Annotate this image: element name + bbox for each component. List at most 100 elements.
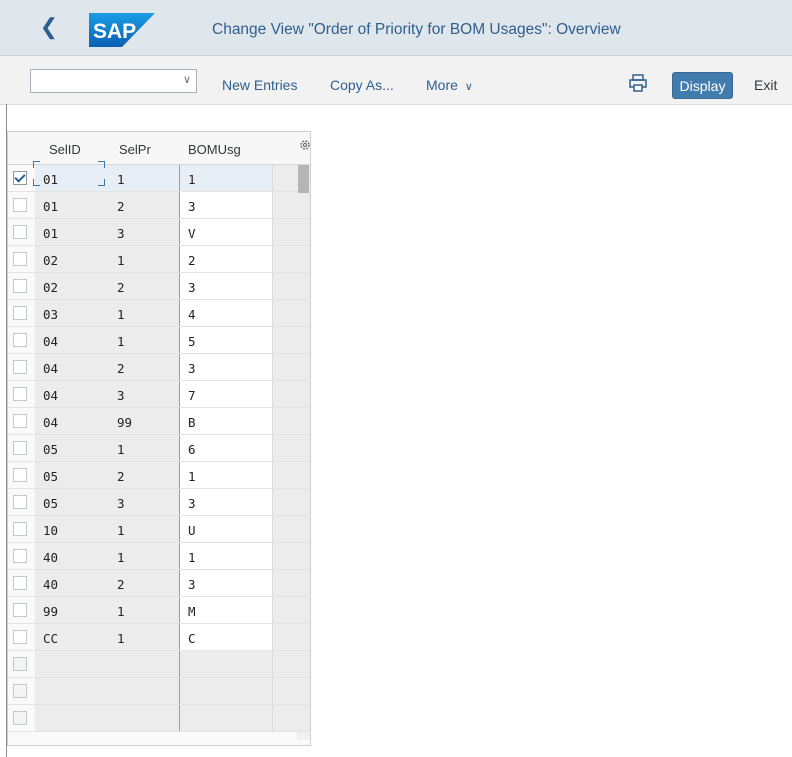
table-row[interactable]: 05 3 3: [8, 489, 310, 516]
cell-selid[interactable]: 10: [35, 516, 110, 542]
cell-selpr[interactable]: 1: [109, 624, 180, 650]
back-icon[interactable]: ❮: [38, 16, 60, 38]
row-select-checkbox[interactable]: [13, 711, 27, 725]
cell-bomusg[interactable]: 3: [180, 273, 273, 299]
cell-selpr[interactable]: 1: [109, 327, 180, 353]
cell-bomusg[interactable]: 3: [180, 570, 273, 596]
cell-bomusg[interactable]: 1: [180, 462, 273, 488]
row-select-checkbox[interactable]: [13, 684, 27, 698]
cell-selpr[interactable]: 2: [109, 570, 180, 596]
cell-selid[interactable]: 04: [35, 381, 110, 407]
row-select-checkbox[interactable]: [13, 630, 27, 644]
row-select-checkbox[interactable]: [13, 549, 27, 563]
cell-selpr[interactable]: 2: [109, 462, 180, 488]
cell-bomusg[interactable]: 3: [180, 354, 273, 380]
row-select-checkbox[interactable]: [13, 468, 27, 482]
empty-table-row[interactable]: [8, 651, 310, 678]
row-select-checkbox[interactable]: [13, 360, 27, 374]
cell-selpr[interactable]: 1: [109, 435, 180, 461]
column-header-selpr[interactable]: SelPr: [119, 142, 151, 157]
table-row[interactable]: 04 2 3: [8, 354, 310, 381]
cell-bomusg[interactable]: 1: [180, 543, 273, 569]
cell-selid[interactable]: 05: [35, 462, 110, 488]
settings-gear-icon[interactable]: [299, 139, 311, 151]
cell-bomusg[interactable]: 7: [180, 381, 273, 407]
cell-selpr[interactable]: 1: [109, 300, 180, 326]
table-row[interactable]: 04 3 7: [8, 381, 310, 408]
cell-selpr[interactable]: 1: [109, 165, 180, 191]
row-select-checkbox[interactable]: [13, 603, 27, 617]
cell-selpr[interactable]: 3: [109, 219, 180, 245]
cell-selid[interactable]: 03: [35, 300, 110, 326]
table-row[interactable]: 05 2 1: [8, 462, 310, 489]
cell-selpr[interactable]: 2: [109, 273, 180, 299]
cell-bomusg[interactable]: U: [180, 516, 273, 542]
table-row[interactable]: 04 99 B: [8, 408, 310, 435]
table-row[interactable]: 03 1 4: [8, 300, 310, 327]
cell-selpr[interactable]: 1: [109, 543, 180, 569]
table-row[interactable]: 10 1 U: [8, 516, 310, 543]
cell-selid[interactable]: 99: [35, 597, 110, 623]
cell-selid[interactable]: 05: [35, 489, 110, 515]
row-select-checkbox[interactable]: [13, 387, 27, 401]
cell-selid[interactable]: 04: [35, 354, 110, 380]
cell-selid[interactable]: 04: [35, 327, 110, 353]
cell-bomusg[interactable]: M: [180, 597, 273, 623]
cell-selpr[interactable]: 2: [109, 354, 180, 380]
new-entries-button[interactable]: New Entries: [222, 77, 297, 93]
row-select-checkbox[interactable]: [13, 306, 27, 320]
cell-bomusg[interactable]: 6: [180, 435, 273, 461]
cell-bomusg[interactable]: 2: [180, 246, 273, 272]
column-header-bomusg[interactable]: BOMUsg: [188, 142, 241, 157]
cell-selid[interactable]: 05: [35, 435, 110, 461]
command-field[interactable]: ∨: [30, 69, 197, 93]
cell-selid[interactable]: 02: [35, 246, 110, 272]
row-select-checkbox[interactable]: [13, 441, 27, 455]
table-row[interactable]: 04 1 5: [8, 327, 310, 354]
column-header-selid[interactable]: SelID: [49, 142, 81, 157]
cell-selid[interactable]: 01: [35, 219, 110, 245]
copy-as-button[interactable]: Copy As...: [330, 77, 394, 93]
cell-selpr[interactable]: 99: [109, 408, 180, 434]
row-select-checkbox[interactable]: [13, 333, 27, 347]
cell-selid[interactable]: 40: [35, 570, 110, 596]
row-select-checkbox[interactable]: [13, 198, 27, 212]
table-row[interactable]: 01 2 3: [8, 192, 310, 219]
cell-bomusg[interactable]: 1: [180, 165, 273, 191]
cell-bomusg[interactable]: V: [180, 219, 273, 245]
cell-selpr[interactable]: 1: [109, 597, 180, 623]
display-button[interactable]: Display: [672, 72, 733, 99]
cell-selid[interactable]: 01: [35, 192, 110, 218]
row-select-checkbox[interactable]: [13, 279, 27, 293]
table-row[interactable]: 99 1 M: [8, 597, 310, 624]
cell-selid[interactable]: 02: [35, 273, 110, 299]
row-select-checkbox[interactable]: [13, 414, 27, 428]
table-row[interactable]: 02 1 2: [8, 246, 310, 273]
cell-bomusg[interactable]: 4: [180, 300, 273, 326]
cell-bomusg[interactable]: 3: [180, 489, 273, 515]
scrollbar-thumb[interactable]: [298, 165, 309, 193]
exit-button[interactable]: Exit: [754, 77, 777, 93]
table-row[interactable]: 40 1 1: [8, 543, 310, 570]
table-row[interactable]: 40 2 3: [8, 570, 310, 597]
cell-selpr[interactable]: 3: [109, 489, 180, 515]
print-icon[interactable]: [629, 74, 647, 92]
cell-bomusg[interactable]: 5: [180, 327, 273, 353]
cell-selpr[interactable]: 1: [109, 246, 180, 272]
empty-table-row[interactable]: [8, 678, 310, 705]
table-row[interactable]: 02 2 3: [8, 273, 310, 300]
row-select-checkbox[interactable]: [13, 522, 27, 536]
table-row[interactable]: 05 1 6: [8, 435, 310, 462]
row-select-checkbox[interactable]: [13, 576, 27, 590]
row-select-checkbox[interactable]: [13, 495, 27, 509]
row-select-checkbox[interactable]: [13, 252, 27, 266]
cell-selid[interactable]: CC: [35, 624, 110, 650]
cell-bomusg[interactable]: C: [180, 624, 273, 650]
cell-selpr[interactable]: 1: [109, 516, 180, 542]
table-row[interactable]: CC 1 C: [8, 624, 310, 651]
more-button[interactable]: More ∨: [426, 77, 473, 95]
cell-selpr[interactable]: 3: [109, 381, 180, 407]
cell-bomusg[interactable]: B: [180, 408, 273, 434]
cell-selid[interactable]: 40: [35, 543, 110, 569]
empty-table-row[interactable]: [8, 705, 310, 732]
